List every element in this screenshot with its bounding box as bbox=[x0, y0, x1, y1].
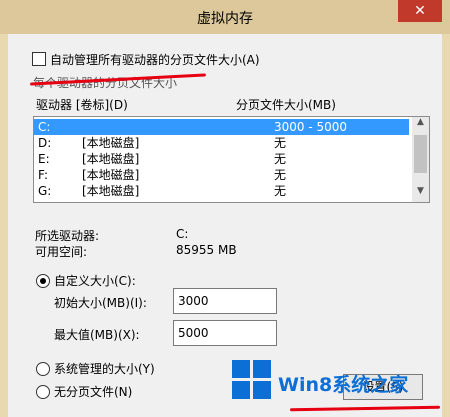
selected-drive-value: C: bbox=[176, 227, 189, 241]
max-size-label: 最大值(MB)(X): bbox=[54, 328, 140, 342]
custom-size-label: 自定义大小(C): bbox=[54, 274, 136, 288]
close-icon: ✕ bbox=[414, 3, 426, 19]
initial-size-input[interactable]: 3000 bbox=[173, 288, 277, 314]
table-row[interactable]: F: [本地磁盘] 无 bbox=[34, 167, 409, 183]
window-title: 虚拟内存 bbox=[197, 11, 253, 27]
column-header-drive: 驱动器 [卷标](D) bbox=[36, 98, 128, 112]
no-paging-file-label: 无分页文件(N) bbox=[54, 385, 133, 399]
max-size-input[interactable]: 5000 bbox=[173, 320, 277, 346]
watermark-text: Win8系统之家 bbox=[278, 374, 409, 396]
drive-list[interactable]: C: 3000 - 5000 D: [本地磁盘] 无 E: [本地磁盘] 无 F… bbox=[33, 116, 430, 203]
free-space-label: 可用空间: bbox=[35, 245, 88, 259]
close-button[interactable]: ✕ bbox=[398, 0, 442, 22]
table-row[interactable]: D: [本地磁盘] 无 bbox=[34, 135, 409, 151]
custom-size-radio[interactable] bbox=[36, 274, 50, 288]
auto-manage-label: 自动管理所有驱动器的分页文件大小(A) bbox=[50, 53, 260, 67]
selected-drive-label: 所选驱动器: bbox=[35, 229, 100, 243]
scroll-down-icon[interactable]: ▼ bbox=[412, 186, 429, 202]
initial-size-label: 初始大小(MB)(I): bbox=[54, 296, 147, 310]
table-row[interactable]: C: 3000 - 5000 bbox=[34, 119, 409, 135]
system-managed-radio[interactable] bbox=[36, 362, 50, 376]
no-paging-file-radio[interactable] bbox=[36, 385, 50, 399]
table-row[interactable]: E: [本地磁盘] 无 bbox=[34, 151, 409, 167]
scroll-up-icon[interactable]: ▲ bbox=[412, 117, 429, 133]
free-space-value: 85955 MB bbox=[176, 243, 237, 257]
system-managed-label: 系统管理的大小(Y) bbox=[54, 362, 155, 376]
title-bar: 虚拟内存 ✕ bbox=[0, 0, 450, 34]
column-header-size: 分页文件大小(MB) bbox=[236, 98, 336, 112]
scroll-thumb[interactable] bbox=[414, 135, 427, 173]
list-scrollbar[interactable]: ▲ ▼ bbox=[412, 117, 429, 202]
auto-manage-checkbox[interactable] bbox=[32, 52, 46, 66]
windows-logo-icon bbox=[232, 360, 272, 400]
table-row[interactable]: G: [本地磁盘] 无 bbox=[34, 183, 409, 199]
